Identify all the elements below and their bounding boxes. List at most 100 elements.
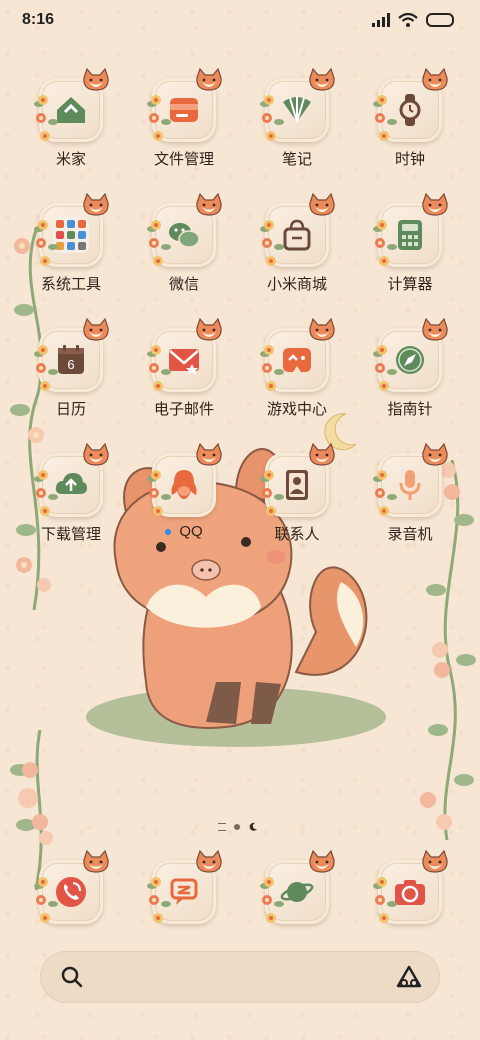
- app-icon-tile[interactable]: [34, 443, 109, 517]
- dock-icon-tile[interactable]: [34, 850, 109, 924]
- fox-peek-decoration: [196, 68, 222, 91]
- app-notes-fan[interactable]: 笔记: [242, 68, 352, 169]
- ai-assistant-icon[interactable]: [396, 965, 422, 989]
- page-indicator[interactable]: [218, 822, 258, 832]
- app-contacts[interactable]: 联系人: [242, 443, 352, 544]
- app-label: 微信: [129, 273, 239, 294]
- fox-peek-decoration: [309, 443, 335, 466]
- dock-icon-tile[interactable]: [147, 850, 222, 924]
- fox-peek-decoration: [83, 193, 109, 216]
- fox-peek-decoration: [196, 850, 222, 873]
- flower-cluster-decoration: [260, 470, 284, 516]
- app-tools-folder[interactable]: 系统工具: [16, 193, 126, 294]
- app-microphone[interactable]: 录音机: [355, 443, 465, 544]
- app-gamepad[interactable]: 游戏中心: [242, 318, 352, 419]
- app-label: 日历: [16, 398, 126, 419]
- search-bar[interactable]: [40, 951, 440, 1003]
- app-cloud-download[interactable]: 下载管理: [16, 443, 126, 544]
- app-watch[interactable]: 时钟: [355, 68, 465, 169]
- app-label: 下载管理: [16, 523, 126, 544]
- app-icon-tile[interactable]: [147, 443, 222, 517]
- app-icon-tile[interactable]: [34, 193, 109, 267]
- app-icon-tile[interactable]: [373, 318, 448, 392]
- app-label: 计算器: [355, 273, 465, 294]
- app-label: 录音机: [355, 523, 465, 544]
- flower-cluster-decoration: [147, 95, 171, 141]
- app-icon-tile[interactable]: [147, 318, 222, 392]
- signal-icon: [372, 13, 390, 27]
- fox-peek-decoration: [422, 193, 448, 216]
- search-icon: [61, 966, 83, 988]
- flower-cluster-decoration: [373, 877, 397, 923]
- dock-phone[interactable]: [16, 850, 126, 924]
- app-label: 电子邮件: [129, 398, 239, 419]
- app-compass[interactable]: 指南针: [355, 318, 465, 419]
- app-icon-tile[interactable]: 6: [34, 318, 109, 392]
- app-label: 系统工具: [16, 273, 126, 294]
- flower-cluster-decoration: [147, 220, 171, 266]
- flower-cluster-decoration: [34, 220, 58, 266]
- app-label: QQ: [129, 523, 239, 540]
- page-indicator-moon-icon: [249, 822, 257, 831]
- dock-icon-tile[interactable]: [260, 850, 335, 924]
- fox-peek-decoration: [196, 318, 222, 341]
- app-calculator[interactable]: 计算器: [355, 193, 465, 294]
- app-label: 时钟: [355, 148, 465, 169]
- fox-peek-decoration: [422, 850, 448, 873]
- fox-peek-decoration: [309, 193, 335, 216]
- notification-dot: [165, 529, 172, 536]
- app-label-text: 录音机: [387, 526, 433, 543]
- dock-camera[interactable]: [355, 850, 465, 924]
- app-wechat[interactable]: 微信: [129, 193, 239, 294]
- app-icon-tile[interactable]: [260, 318, 335, 392]
- app-label-text: 米家: [55, 151, 86, 168]
- app-qq-penguin[interactable]: QQ: [129, 443, 239, 540]
- fox-peek-decoration: [422, 443, 448, 466]
- flower-cluster-decoration: [260, 877, 284, 923]
- flower-cluster-decoration: [373, 220, 397, 266]
- app-label-text: 系统工具: [40, 276, 101, 293]
- status-time: 8:16: [22, 11, 55, 28]
- flower-cluster-decoration: [373, 345, 397, 391]
- app-icon-tile[interactable]: [373, 443, 448, 517]
- app-icon-tile[interactable]: [147, 193, 222, 267]
- app-label: 小米商城: [242, 273, 352, 294]
- wifi-icon: [398, 13, 418, 27]
- fox-peek-decoration: [83, 68, 109, 91]
- app-icon-tile[interactable]: [373, 68, 448, 142]
- app-icon-tile[interactable]: [260, 193, 335, 267]
- dock-browser-planet[interactable]: [242, 850, 352, 924]
- app-label: 联系人: [242, 523, 352, 544]
- fox-peek-decoration: [309, 850, 335, 873]
- fox-peek-decoration: [422, 318, 448, 341]
- app-icon-tile[interactable]: [260, 443, 335, 517]
- app-label-text: 电子邮件: [153, 401, 214, 418]
- fox-peek-decoration: [83, 443, 109, 466]
- app-label-text: 微信: [168, 276, 199, 293]
- app-label-text: QQ: [179, 523, 203, 540]
- dock-icon-tile[interactable]: [373, 850, 448, 924]
- app-label-text: 游戏中心: [266, 401, 327, 418]
- app-mihome[interactable]: 米家: [16, 68, 126, 169]
- app-shopping-bag[interactable]: 小米商城: [242, 193, 352, 294]
- app-label-text: 时钟: [394, 151, 425, 168]
- app-icon-tile[interactable]: [373, 193, 448, 267]
- flower-cluster-decoration: [373, 95, 397, 141]
- fox-peek-decoration: [196, 193, 222, 216]
- fox-peek-decoration: [309, 318, 335, 341]
- app-mail[interactable]: 电子邮件: [129, 318, 239, 419]
- dock-messages[interactable]: [129, 850, 239, 924]
- app-icon-tile[interactable]: [34, 68, 109, 142]
- app-calendar[interactable]: 6 日历: [16, 318, 126, 419]
- app-label: 笔记: [242, 148, 352, 169]
- flower-cluster-decoration: [260, 95, 284, 141]
- app-folder[interactable]: 文件管理: [129, 68, 239, 169]
- app-icon-tile[interactable]: [147, 68, 222, 142]
- flower-cluster-decoration: [34, 877, 58, 923]
- app-label: 文件管理: [129, 148, 239, 169]
- app-label-text: 小米商城: [266, 276, 327, 293]
- flower-cluster-decoration: [260, 345, 284, 391]
- fox-peek-decoration: [83, 318, 109, 341]
- app-icon-tile[interactable]: [260, 68, 335, 142]
- flower-cluster-decoration: [34, 345, 58, 391]
